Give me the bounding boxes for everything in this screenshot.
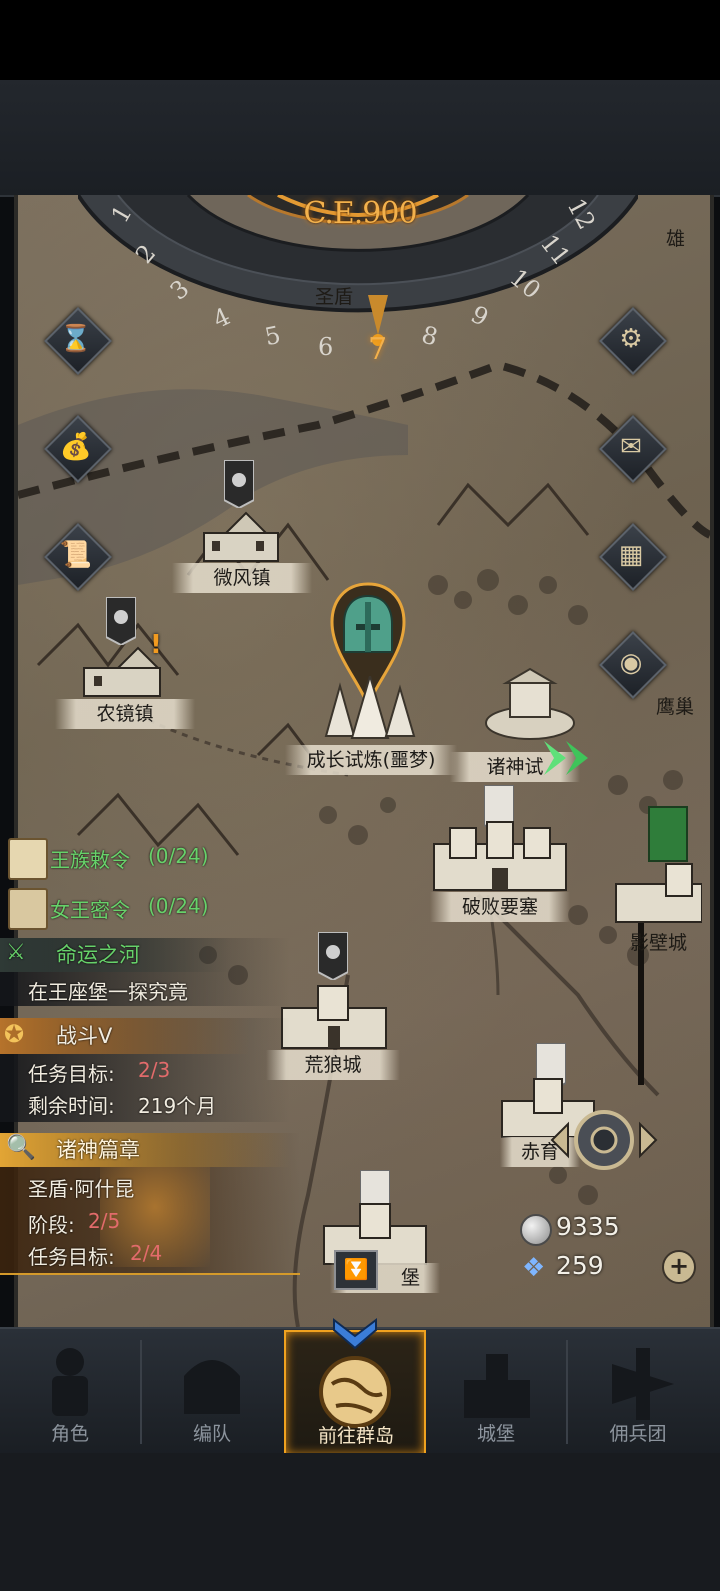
quest-gods-stage-label: 阶段: [28,1213,75,1237]
shadow-city-icon[interactable] [612,862,702,924]
crystal-icon: ❖ [522,1253,546,1283]
settings-button[interactable]: ⚙ [599,307,667,375]
dial-city-label: 圣盾 [314,286,353,308]
quest-battle-goal-value: 2/3 [138,1058,171,1082]
nav-tab-character[interactable]: 角色 [0,1330,140,1452]
quest-battle-time-value: 219个月 [138,1094,217,1118]
top-frame [0,80,720,197]
crossed-swords-icon: ⚔ [6,940,26,965]
town-nongjing-label[interactable]: 农镜镇 [55,699,195,729]
fortress-ruined-label[interactable]: 破败要塞 [430,892,570,922]
eagle-nest-label[interactable]: 鹰巢 [656,692,694,719]
nav-tab-castle[interactable]: 城堡 [426,1330,566,1452]
faction-banner [106,597,136,645]
fortress-ruined-icon[interactable] [430,820,570,892]
helmet-icon [184,1360,240,1414]
faction-banner [318,932,348,980]
quest-gods-goal-value: 2/4 [130,1241,163,1265]
crystal-amount: 259 [556,1251,604,1280]
quest-royal-decree-progress: (0/24) [148,844,209,868]
nav-tab-formation[interactable]: 编队 [142,1330,282,1452]
top-black-band [0,0,720,80]
collapse-down-icon: ⏬ [343,1257,369,1281]
magnifier-icon: 🔍 [6,1133,36,1161]
treasury-button[interactable]: 💰 [44,415,112,483]
current-month: 7 [368,332,388,367]
quest-battle[interactable]: ✪ 战斗V 任务目标: 2/3 剩余时间: 219个月 [0,1018,290,1122]
castle-icon [464,1354,530,1418]
nav-tab-islands[interactable]: 前往群岛 [284,1318,426,1456]
quest-royal-decree[interactable]: 王族敕令 (0/24) [4,838,234,880]
nav-tab-islands-label: 前往群岛 [317,1425,394,1447]
quest-gods-title: 诸神篇章 [56,1138,140,1162]
scroll-button[interactable]: 📜 [44,523,112,591]
scroll-icon [8,838,48,880]
quest-river-title: 命运之河 [56,943,140,967]
scroll-icon: 📜 [59,540,93,570]
month-number: 6 [318,333,334,361]
mail-button[interactable]: ✉ [599,415,667,483]
hero-location-label[interactable]: 雄 [666,224,685,251]
plus-icon: + [668,1252,690,1280]
shadow-city-label[interactable]: 影壁城 [630,928,687,955]
quest-queen-secret[interactable]: 女王密令 (0/24) [4,888,234,930]
mercenary-emblem-icon [612,1348,674,1420]
window-button[interactable]: ▦ [599,523,667,591]
window-icon: ▦ [618,540,644,570]
silver-coin-icon [520,1214,552,1246]
quest-battle-time-label: 剩余时间: [28,1094,115,1118]
expand-arrows-icon[interactable] [540,737,596,779]
bottom-black-band [0,1453,720,1591]
add-resource-button[interactable]: + [662,1250,696,1284]
globe-compass-icon [319,1356,391,1428]
quest-gods-stage-value: 2/5 [88,1209,121,1233]
nav-tab-mercenary[interactable]: 佣兵团 [568,1330,720,1452]
faction-banner [224,460,254,508]
collapse-button[interactable]: ⏬ [334,1250,378,1290]
battle-shield-icon: ✪ [4,1020,25,1048]
nav-tab-formation-label: 编队 [192,1423,231,1445]
quest-river-desc: 在王座堡一探究竟 [28,980,188,1004]
quest-gods-hero: 圣盾·阿什昆 [28,1177,135,1201]
knight-icon [52,1348,88,1416]
silver-resource: 9335 [520,1212,690,1246]
quest-queen-secret-title: 女王密令 [50,898,130,922]
quest-battle-goal-label: 任务目标: [28,1062,115,1086]
mail-icon: ✉ [620,432,642,462]
nav-tab-mercenary-label: 佣兵团 [609,1423,667,1445]
alert-exclamation-icon: ! [150,630,162,660]
quest-river-of-fate[interactable]: ⚔ 命运之河 在王座堡一探究竟 [0,938,290,1006]
sealed-letter-icon [8,888,48,930]
hourglass-icon: ⌛ [59,324,93,354]
money-bag-icon: 💰 [59,432,93,462]
gods-temple-icon[interactable] [480,665,580,745]
quest-gods-goal-label: 任务目标: [28,1245,115,1269]
town-weifeng-icon[interactable] [196,505,286,565]
quest-royal-decree-title: 王族敕令 [50,848,130,872]
year-label: C.E.900 [303,196,417,231]
gear-icon: ⚙ [619,324,643,354]
map-pan-control[interactable] [548,1102,660,1178]
chevron-down-icon [333,1318,377,1350]
trial-label[interactable]: 成长试炼(噩梦) [285,745,457,775]
nav-tab-character-label: 角色 [50,1423,89,1445]
coin-icon: ◉ [619,648,643,678]
nav-tab-castle-label: 城堡 [476,1423,515,1445]
quest-queen-secret-progress: (0/24) [148,894,209,918]
green-faction-banner [648,806,688,862]
snowy-trees-icon [324,676,416,739]
coin-button[interactable]: ◉ [599,631,667,699]
quest-gods-chapter[interactable]: 🔍 诸神篇章 圣盾·阿什昆 阶段: 2/5 任务目标: 2/4 [0,1133,300,1275]
time-button[interactable]: ⌛ [44,307,112,375]
silver-amount: 9335 [556,1212,620,1241]
town-weifeng-label[interactable]: 微风镇 [172,563,312,593]
wolf-city-icon[interactable] [278,980,390,1050]
quest-battle-title: 战斗V [56,1024,113,1048]
